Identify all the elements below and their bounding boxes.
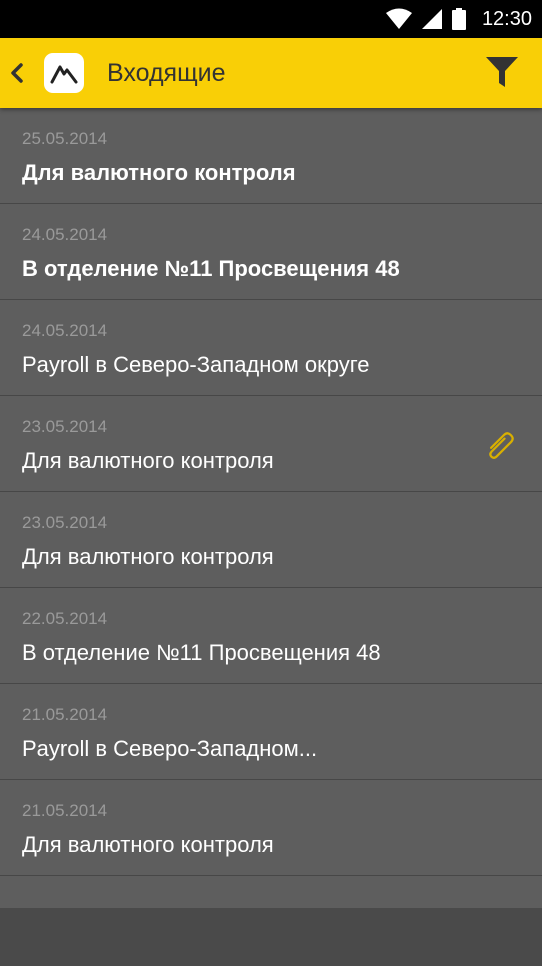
signal-icon <box>421 9 442 29</box>
message-subject: Для валютного контроля <box>22 160 296 185</box>
filter-icon <box>486 57 518 87</box>
message-subject: В отделение №11 Просвещения 48 <box>22 256 400 281</box>
clock: 12:30 <box>481 7 532 30</box>
message-subject: Для валютного контроля <box>22 544 274 569</box>
message-subject: В отделение №11 Просвещения 48 <box>22 640 381 665</box>
bottom-panel <box>0 908 542 966</box>
list-item[interactable]: 21.05.2014 Для валютного контроля <box>0 780 542 876</box>
list-item[interactable]: 25.05.2014 Для валютного контроля <box>0 108 542 204</box>
message-date: 25.05.2014 <box>22 129 108 148</box>
message-date: 22.05.2014 <box>22 609 108 628</box>
app-logo <box>44 53 84 93</box>
mountain-icon <box>50 65 78 84</box>
message-subject: Для валютного контроля <box>22 832 274 857</box>
paperclip-icon <box>484 428 518 467</box>
app-bar: Входящие <box>0 38 542 108</box>
chevron-left-icon <box>11 63 23 83</box>
message-list: 25.05.2014 Для валютного контроля 24.05.… <box>0 108 542 908</box>
list-item[interactable]: 24.05.2014 Payroll в Северо-Западном окр… <box>0 300 542 396</box>
message-date: 21.05.2014 <box>22 705 108 724</box>
list-item[interactable]: 22.05.2014 В отделение №11 Просвещения 4… <box>0 588 542 684</box>
message-subject: Payroll в Северо-Западном... <box>22 736 318 761</box>
status-bar: 12:30 <box>0 0 542 38</box>
filter-button[interactable] <box>484 54 520 90</box>
list-item[interactable]: 21.05.2014 Payroll в Северо-Западном... <box>0 684 542 780</box>
message-subject: Payroll в Северо-Западном округе <box>22 352 370 377</box>
message-date: 23.05.2014 <box>22 513 108 532</box>
wifi-icon <box>385 8 412 30</box>
list-item[interactable]: 24.05.2014 В отделение №11 Просвещения 4… <box>0 204 542 300</box>
message-date: 24.05.2014 <box>22 225 108 244</box>
battery-icon <box>451 8 466 30</box>
message-date: 21.05.2014 <box>22 801 108 820</box>
list-item[interactable]: 23.05.2014 Для валютного контроля <box>0 396 542 492</box>
message-date: 23.05.2014 <box>22 417 108 436</box>
message-date: 24.05.2014 <box>22 321 108 340</box>
page-title: Входящие <box>107 58 226 87</box>
message-subject: Для валютного контроля <box>22 448 274 473</box>
back-button[interactable] <box>2 38 32 108</box>
list-item[interactable]: 23.05.2014 Для валютного контроля <box>0 492 542 588</box>
